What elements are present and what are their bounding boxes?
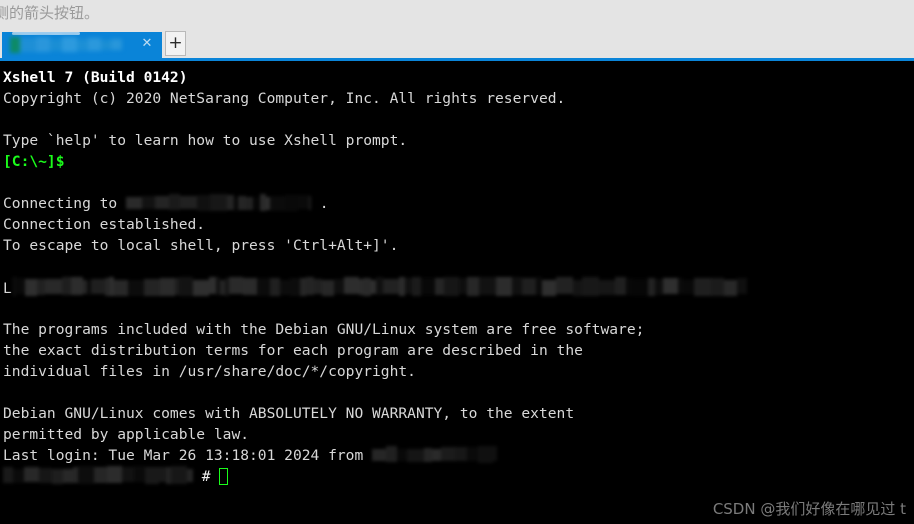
- terminal-line-text: Type `help' to learn how to use Xshell p…: [3, 132, 408, 149]
- terminal-line-text: .: [311, 195, 329, 212]
- terminal-line-redacted: #: [3, 466, 914, 487]
- tab-close-icon[interactable]: ✕: [140, 36, 154, 52]
- terminal-line: To escape to local shell, press 'Ctrl+Al…: [3, 235, 914, 256]
- prompt-symbol: #: [193, 468, 220, 485]
- terminal-line-redacted: L: [3, 277, 914, 298]
- terminal-line-text: To escape to local shell, press 'Ctrl+Al…: [3, 237, 399, 254]
- page-header-strip: 侧的箭头按钮。: [0, 0, 914, 30]
- redacted-text-block: [3, 466, 193, 484]
- terminal-line-text: Connection established.: [3, 216, 206, 233]
- terminal-line: Xshell 7 (Build 0142): [3, 67, 914, 88]
- terminal-line: Debian GNU/Linux comes with ABSOLUTELY N…: [3, 403, 914, 424]
- terminal-line-text: Copyright (c) 2020 NetSarang Computer, I…: [3, 90, 566, 107]
- csdn-watermark: CSDN @我们好像在哪见过 t: [712, 500, 906, 518]
- new-tab-button[interactable]: +: [165, 31, 186, 56]
- terminal-line-text: Xshell 7 (Build 0142): [3, 69, 188, 86]
- terminal-line: the exact distribution terms for each pr…: [3, 340, 914, 361]
- terminal-line-redacted: Connecting to .: [3, 193, 914, 214]
- terminal-line: Copyright (c) 2020 NetSarang Computer, I…: [3, 88, 914, 109]
- shell-prompt: [C:\~]$: [3, 153, 65, 170]
- terminal-line: Type `help' to learn how to use Xshell p…: [3, 130, 914, 151]
- terminal-line: [C:\~]$: [3, 151, 914, 172]
- terminal-cursor: [219, 468, 229, 485]
- session-tab-label-redacted: [10, 36, 122, 54]
- terminal-line: permitted by applicable law.: [3, 424, 914, 445]
- terminal-line: Connection established.: [3, 214, 914, 235]
- terminal-output[interactable]: Xshell 7 (Build 0142) Copyright (c) 2020 …: [0, 61, 914, 524]
- redacted-text-block: [372, 446, 498, 463]
- terminal-line-redacted: Last login: Tue Mar 26 13:18:01 2024 fro…: [3, 445, 914, 466]
- terminal-line-text: Debian GNU/Linux comes with ABSOLUTELY N…: [3, 405, 575, 422]
- tab-active-highlight: [12, 32, 80, 35]
- redacted-text-block: [11, 277, 747, 296]
- terminal-line: individual files in /usr/share/doc/*/cop…: [3, 361, 914, 382]
- terminal-line: The programs included with the Debian GN…: [3, 319, 914, 340]
- terminal-line-text: permitted by applicable law.: [3, 426, 250, 443]
- terminal-line-text: Connecting to: [3, 195, 127, 212]
- xshell-window: 侧的箭头按钮。 ✕ + Xshell 7 (Build 0142) Copyrig…: [0, 0, 914, 524]
- tab-bar: ✕ +: [0, 30, 914, 58]
- page-header-text: 侧的箭头按钮。: [0, 4, 100, 22]
- terminal-line-text: Last login: Tue Mar 26 13:18:01 2024 fro…: [3, 447, 373, 464]
- session-tab[interactable]: ✕: [2, 32, 162, 58]
- terminal-line-text: The programs included with the Debian GN…: [3, 321, 645, 338]
- terminal-line-text: individual files in /usr/share/doc/*/cop…: [3, 363, 416, 380]
- terminal-line-text: the exact distribution terms for each pr…: [3, 342, 583, 359]
- redacted-text-block: [126, 194, 312, 211]
- terminal-line-text: L: [3, 280, 12, 297]
